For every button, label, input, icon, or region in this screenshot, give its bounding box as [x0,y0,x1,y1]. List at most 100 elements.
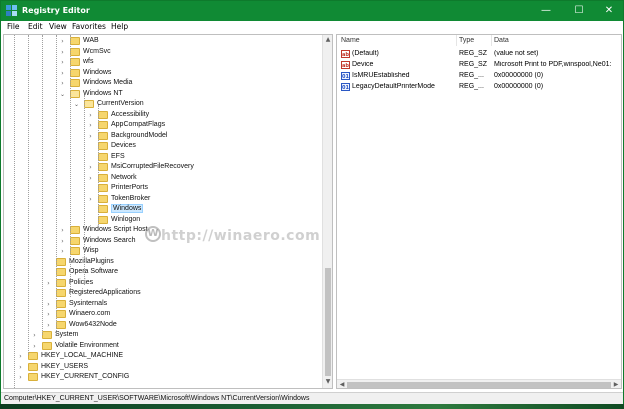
expand-chevron-icon[interactable]: › [59,70,66,77]
tree-node-label[interactable]: WcmSvc [83,48,111,55]
tree-node-label[interactable]: Windows Script Host [83,226,148,233]
value-list-pane[interactable]: Name Type Data ab (Default) REG_SZ (valu… [336,34,622,389]
expand-chevron-icon[interactable]: › [87,175,94,182]
expand-chevron-icon[interactable]: › [17,364,24,371]
expand-chevron-icon[interactable]: › [17,374,24,381]
value-row[interactable]: ab Device REG_SZ Microsoft Print to PDF,… [337,60,621,71]
menu-file[interactable]: File [7,22,20,31]
scroll-up-arrow-icon[interactable]: ▲ [324,36,332,44]
tree-node-label[interactable]: WAB [83,37,99,44]
tree-node-label[interactable]: EFS [111,153,125,160]
column-divider[interactable] [491,35,492,46]
tree-node[interactable]: › Wisp [4,246,322,256]
tree-node[interactable]: › WAB [4,36,322,46]
close-button[interactable]: ✕ [594,1,624,21]
tree-node-label[interactable]: PrinterPorts [111,184,148,191]
tree-node[interactable]: › HKEY_LOCAL_MACHINE [4,351,322,361]
tree-node[interactable]: › System [4,330,322,340]
expand-chevron-icon[interactable]: › [45,280,52,287]
expand-chevron-icon[interactable]: › [87,112,94,119]
tree-node-label[interactable]: Accessibility [111,111,149,118]
minimize-button[interactable]: — [531,1,561,21]
expand-chevron-icon[interactable]: › [59,59,66,66]
expand-chevron-icon[interactable]: › [59,227,66,234]
expand-chevron-icon[interactable]: › [45,322,52,329]
tree-node[interactable]: Devices [4,141,322,151]
tree-node-label[interactable]: Windows Media [83,79,132,86]
collapse-chevron-icon[interactable]: ⌄ [73,101,80,108]
tree-node-label[interactable]: HKEY_LOCAL_MACHINE [41,352,123,359]
expand-chevron-icon[interactable]: › [87,133,94,140]
tree-node-label[interactable]: CurrentVersion [97,100,144,107]
tree-node[interactable]: ⌄ CurrentVersion [4,99,322,109]
tree-node-label[interactable]: Policies [69,279,93,286]
tree-node[interactable]: Windows [4,204,322,214]
tree-node-label[interactable]: Network [111,174,137,181]
tree-node-label[interactable]: MozillaPlugins [69,258,114,265]
tree-node[interactable]: ⌄ Windows NT [4,89,322,99]
expand-chevron-icon[interactable]: › [59,248,66,255]
expand-chevron-icon[interactable]: › [87,164,94,171]
scroll-thumb[interactable] [325,268,331,376]
tree-node-label[interactable]: AppCompatFlags [111,121,165,128]
tree-node[interactable]: MozillaPlugins [4,257,322,267]
column-header-data[interactable]: Data [494,37,509,44]
key-tree-pane[interactable]: › WAB › WcmSvc › wfs › Windows › Windows Media ⌄ Wi… [3,34,333,389]
tree-node[interactable]: › Accessibility [4,110,322,120]
tree-node-label[interactable]: Windows [83,69,111,76]
value-horizontal-scrollbar[interactable]: ◀ ▶ [337,379,621,388]
menu-favorites[interactable]: Favorites [72,22,106,31]
value-row[interactable]: 01 LegacyDefaultPrinterMode REG_... 0x00… [337,82,621,93]
menu-help[interactable]: Help [111,22,128,31]
scroll-right-arrow-icon[interactable]: ▶ [612,381,620,388]
tree-node-label[interactable]: Volatile Environment [55,342,119,349]
column-divider[interactable] [456,35,457,46]
expand-chevron-icon[interactable]: › [87,122,94,129]
tree-node[interactable]: › Sysinternals [4,299,322,309]
tree-node[interactable]: PrinterPorts [4,183,322,193]
tree-node[interactable]: › TokenBroker [4,194,322,204]
tree-node-label[interactable]: Windows [111,204,144,213]
tree-node[interactable]: › Winaero.com [4,309,322,319]
tree-node-label[interactable]: wfs [83,58,94,65]
expand-chevron-icon[interactable]: › [45,311,52,318]
tree-node[interactable]: › AppCompatFlags [4,120,322,130]
tree-node-label[interactable]: Winaero.com [69,310,110,317]
tree-node-label[interactable]: System [55,331,78,338]
tree-node-label[interactable]: BackgroundModel [111,132,167,139]
value-row[interactable]: ab (Default) REG_SZ (value not set) [337,49,621,60]
tree-node[interactable]: EFS [4,152,322,162]
tree-node-label[interactable]: Devices [111,142,136,149]
tree-node-label[interactable]: Windows NT [83,90,123,97]
menu-view[interactable]: View [49,22,67,31]
expand-chevron-icon[interactable]: › [17,353,24,360]
scroll-down-arrow-icon[interactable]: ▼ [324,378,332,386]
tree-node-label[interactable]: HKEY_USERS [41,363,88,370]
menu-edit[interactable]: Edit [28,22,43,31]
tree-node[interactable]: Winlogon [4,215,322,225]
expand-chevron-icon[interactable]: › [45,301,52,308]
expand-chevron-icon[interactable]: › [59,38,66,45]
tree-node[interactable]: › Windows [4,68,322,78]
expand-chevron-icon[interactable]: › [31,332,38,339]
value-row[interactable]: 01 IsMRUEstablished REG_... 0x00000000 (… [337,71,621,82]
tree-node-label[interactable]: Opera Software [69,268,118,275]
expand-chevron-icon[interactable]: › [59,80,66,87]
tree-node[interactable]: › wfs [4,57,322,67]
tree-node[interactable]: › Volatile Environment [4,341,322,351]
expand-chevron-icon[interactable]: › [59,49,66,56]
tree-vertical-scrollbar[interactable]: ▲ ▼ [322,35,332,388]
column-header-type[interactable]: Type [459,37,474,44]
expand-chevron-icon[interactable]: › [87,196,94,203]
tree-node[interactable]: Opera Software [4,267,322,277]
tree-node[interactable]: › Policies [4,278,322,288]
tree-node[interactable]: › MsiCorruptedFileRecovery [4,162,322,172]
tree-node[interactable]: › Wow6432Node [4,320,322,330]
tree-node-label[interactable]: Wow6432Node [69,321,117,328]
tree-node[interactable]: RegisteredApplications [4,288,322,298]
tree-node-label[interactable]: MsiCorruptedFileRecovery [111,163,194,170]
tree-node[interactable]: › Network [4,173,322,183]
tree-node-label[interactable]: Winlogon [111,216,140,223]
tree-node[interactable]: › Windows Media [4,78,322,88]
tree-node-label[interactable]: HKEY_CURRENT_CONFIG [41,373,129,380]
